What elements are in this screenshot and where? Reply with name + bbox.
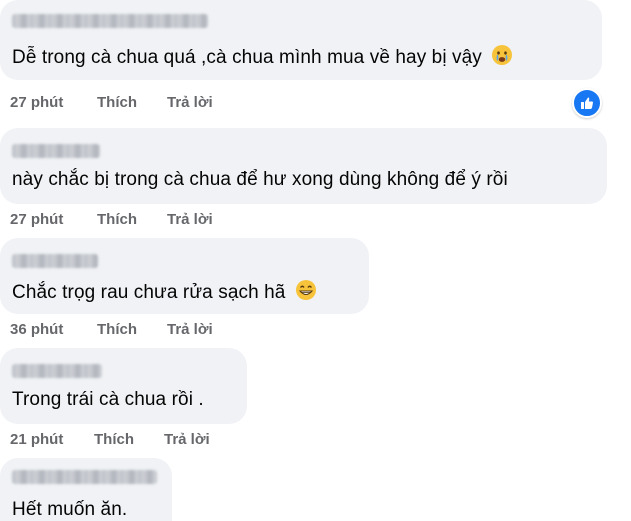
comment-bubble: Hết muốn ăn. [0, 458, 172, 521]
comment-author-name[interactable] [12, 470, 157, 484]
like-link[interactable]: Thích [94, 431, 134, 448]
comment-text: Dễ trong cà chua quá ,cà chua mình mua v… [12, 47, 482, 69]
comment-text-container: Chắc trọg rau chưa rửa sạch hã [12, 279, 317, 307]
comment-bubble: Chắc trọg rau chưa rửa sạch hã [0, 238, 369, 314]
comment-author-name[interactable] [12, 144, 100, 158]
crying-face-icon [491, 44, 513, 72]
comment-timestamp[interactable]: 27 phút [10, 94, 63, 111]
comment-meta: 21 phút Thích Trả lời [10, 431, 270, 449]
comment-text-container: Dễ trong cà chua quá ,cà chua mình mua v… [12, 44, 513, 72]
like-link[interactable]: Thích [97, 94, 137, 111]
comment-author-name[interactable] [12, 14, 208, 28]
comment-bubble: này chắc bị trong cà chua để hư xong dùn… [0, 128, 607, 204]
comment-meta: 36 phút Thích Trả lời [10, 321, 270, 339]
grinning-face-icon [295, 279, 317, 307]
comment-author-name[interactable] [12, 364, 102, 378]
comment-text: Trong trái cà chua rồi . [12, 389, 204, 410]
comment-thread: Dễ trong cà chua quá ,cà chua mình mua v… [0, 0, 631, 521]
reply-link[interactable]: Trả lời [167, 211, 213, 228]
comment-timestamp[interactable]: 27 phút [10, 211, 63, 228]
comment-meta: 27 phút Thích Trả lời [10, 94, 270, 112]
comment-timestamp[interactable]: 36 phút [10, 321, 63, 338]
comment-bubble: Trong trái cà chua rồi . [0, 348, 247, 424]
comment-author-name[interactable] [12, 254, 98, 268]
comment-text: Hết muốn ăn. [12, 499, 128, 520]
like-reaction-icon[interactable] [572, 88, 602, 118]
reply-link[interactable]: Trả lời [167, 321, 213, 338]
comment-text: Chắc trọg rau chưa rửa sạch hã [12, 282, 286, 304]
comment-text: này chắc bị trong cà chua để hư xong dùn… [12, 169, 508, 190]
like-link[interactable]: Thích [97, 321, 137, 338]
like-link[interactable]: Thích [97, 211, 137, 228]
comment-bubble: Dễ trong cà chua quá ,cà chua mình mua v… [0, 0, 602, 80]
comment-timestamp[interactable]: 21 phút [10, 431, 63, 448]
reply-link[interactable]: Trả lời [164, 431, 210, 448]
reply-link[interactable]: Trả lời [167, 94, 213, 111]
comment-meta: 27 phút Thích Trả lời [10, 211, 270, 229]
